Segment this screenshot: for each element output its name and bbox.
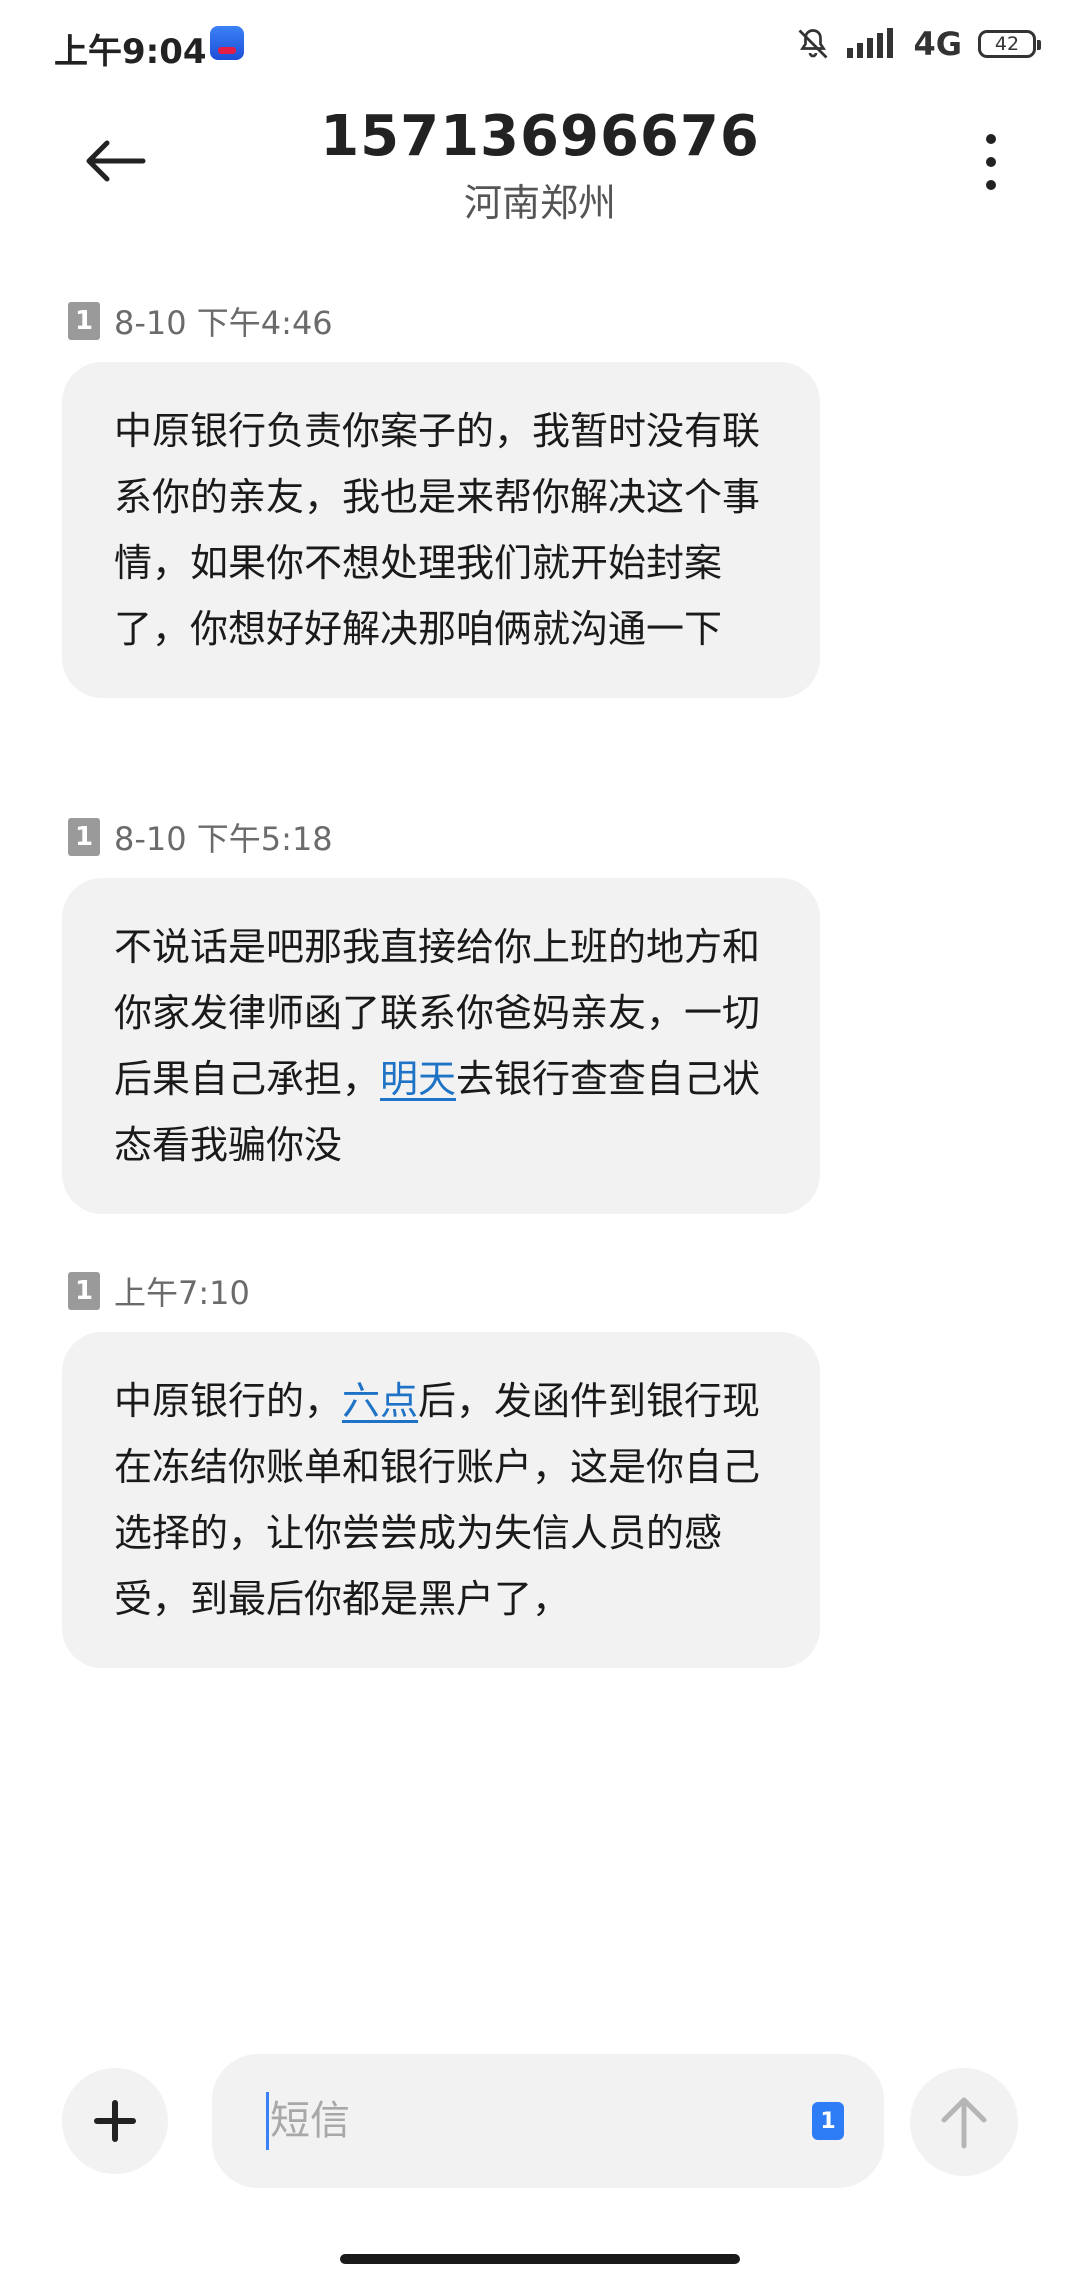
message-bubble[interactable]: 不说话是吧那我直接给你上班的地方和你家发律师函了联系你爸妈亲友，一切后果自己承担… [62,878,820,1214]
home-indicator[interactable] [340,2254,740,2264]
message-bubble[interactable]: 中原银行负责你案子的，我暂时没有联系你的亲友，我也是来帮你解决这个事情，如果你不… [62,362,820,698]
status-bar: 上午9:04 4G 42 [0,0,1080,92]
more-vertical-icon-dot [986,180,996,190]
message-bubble[interactable]: 中原银行的，六点后，发函件到银行现在冻结你账单和银行账户，这是你自己选择的，让你… [62,1332,820,1668]
add-attachment-button[interactable] [62,2068,168,2174]
message-meta: 1 8-10 下午4:46 [68,296,820,346]
contact-location: 河南郑州 [463,181,616,225]
battery-level: 42 [994,33,1020,55]
more-vertical-icon-dot [986,157,996,167]
more-options-button[interactable] [966,134,1016,190]
signal-icon [847,28,894,58]
message-timestamp: 8-10 下午5:18 [114,820,333,858]
message-meta: 1 上午7:10 [68,1266,820,1316]
arrow-up-icon [941,2097,987,2149]
send-button[interactable] [910,2068,1018,2176]
message-text: 中原银行的， [114,1379,343,1423]
app-notification-icon [210,26,244,60]
sim-select-button[interactable]: 1 [812,2102,844,2140]
battery-icon: 42 [978,30,1041,58]
text-cursor [266,2092,269,2150]
time-link[interactable]: 六点 [342,1379,418,1423]
more-vertical-icon [986,134,996,144]
message-item: 1 上午7:10 中原银行的，六点后，发函件到银行现在冻结你账单和银行账户，这是… [62,1266,820,1668]
sms-input[interactable] [270,2084,770,2158]
message-item: 1 8-10 下午4:46 中原银行负责你案子的，我暂时没有联系你的亲友，我也是… [62,296,820,698]
message-timestamp: 上午7:10 [114,1274,250,1312]
sim-card-icon: 1 [68,818,100,856]
network-type: 4G [913,25,962,63]
message-composer: 1 [212,2054,884,2188]
sim-card-icon: 1 [68,1272,100,1310]
message-item: 1 8-10 下午5:18 不说话是吧那我直接给你上班的地方和你家发律师函了联系… [62,812,820,1214]
message-timestamp: 8-10 下午4:46 [114,304,333,342]
message-meta: 1 8-10 下午5:18 [68,812,820,862]
status-indicators: 4G 42 [795,22,1041,66]
bell-off-icon [799,29,828,59]
contact-number: 15713696676 [320,104,760,169]
status-time: 上午9:04 [54,32,207,72]
date-link[interactable]: 明天 [380,1057,456,1101]
plus-icon [94,2100,136,2142]
message-text: 中原银行负责你案子的，我暂时没有联系你的亲友，我也是来帮你解决这个事情，如果你不… [114,409,761,651]
sim-card-icon: 1 [68,302,100,340]
